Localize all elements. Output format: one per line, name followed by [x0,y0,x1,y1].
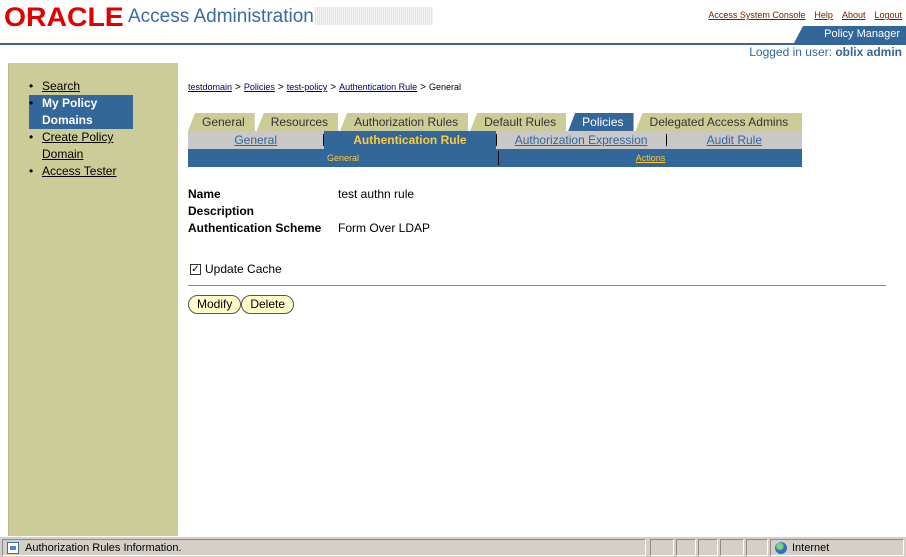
breadcrumb-separator-icon: > [277,82,284,93]
tab-policies[interactable]: Policies [568,113,634,131]
security-zone-panel: Internet [770,539,904,556]
breadcrumb-separator-icon: > [330,82,337,93]
tab-default-rules[interactable]: Default Rules [470,113,567,131]
update-cache-label: Update Cache [205,262,282,276]
app-header: ORACLE Access Administration Access Syst… [0,0,906,60]
status-panel [720,539,744,556]
logged-in-user: Logged in user: oblix admin [749,45,902,59]
logout-link[interactable]: Logout [874,10,902,20]
breadcrumb-test-policy[interactable]: test-policy [287,82,328,92]
action-buttons: Modify Delete [188,295,295,314]
breadcrumb-authentication-rule[interactable]: Authentication Rule [339,82,417,92]
access-system-console-link[interactable]: Access System Console [708,10,805,20]
sidebar-item-label[interactable]: My Policy Domains [42,96,97,127]
sidebar-item-label[interactable]: Search [42,79,80,93]
subtab-audit-rule[interactable]: Audit Rule [667,133,802,147]
sidebar-item-search[interactable]: Search [29,78,133,95]
subsubtab-general[interactable]: General [188,153,498,163]
sidebar-item-create-policy-domain[interactable]: Create Policy Domain [29,129,133,163]
field-label: Name [188,187,221,201]
top-links: Access System Console Help About Logout [708,10,902,20]
browser-status-bar: Authorization Rules Information. Interne… [0,536,906,557]
status-panel [650,539,674,556]
secondary-tabs: General Authentication Rule Authorizatio… [188,131,802,149]
modify-button[interactable]: Modify [188,295,242,314]
subsubtab-actions[interactable]: Actions [499,153,802,163]
header-stripe-decoration [315,7,433,25]
security-zone-label: Internet [792,541,830,554]
status-panel [746,539,768,556]
primary-tabs: General Resources Authorization Rules De… [188,113,804,131]
sidebar-item-label[interactable]: Access Tester [42,164,116,178]
content-divider [188,285,886,286]
status-message: Authorization Rules Information. [25,541,182,554]
tab-delegated-access-admins[interactable]: Delegated Access Admins [635,113,803,131]
sidebar-item-access-tester[interactable]: Access Tester [29,163,133,180]
page-icon [7,541,19,554]
policy-manager-tab[interactable]: Policy Manager [794,26,906,43]
field-value: Form Over LDAP [338,221,431,235]
tertiary-tabs: General Actions [188,149,802,167]
help-link[interactable]: Help [814,10,833,20]
breadcrumb-testdomain[interactable]: testdomain [188,82,232,92]
sidebar: Search My Policy Domains Create Policy D… [8,63,178,536]
about-link[interactable]: About [842,10,866,20]
tab-authorization-rules[interactable]: Authorization Rules [340,113,469,131]
status-message-panel: Authorization Rules Information. [2,539,646,556]
status-panel [698,539,718,556]
status-panel [676,539,696,556]
breadcrumb-current: General [429,82,462,92]
main-content: testdomain > Policies > test-policy > Authenti… [178,63,906,536]
tab-general[interactable]: General [188,113,255,131]
tab-resources[interactable]: Resources [256,113,339,131]
oracle-logo: ORACLE Access Administration [4,1,314,32]
field-row-authentication-scheme: Authentication Scheme Form Over LDAP [188,220,430,237]
logged-in-username: oblix admin [835,45,902,59]
globe-icon [775,541,787,554]
subtab-authorization-expression[interactable]: Authorization Expression [497,133,666,147]
breadcrumb-separator-icon: > [420,82,426,93]
breadcrumb: testdomain > Policies > test-policy > Authenti… [188,82,461,93]
field-row-name: Name test authn rule [188,186,430,203]
sidebar-nav: Search My Policy Domains Create Policy D… [29,78,133,180]
subtab-authentication-rule[interactable]: Authentication Rule [324,131,496,149]
sidebar-item-label[interactable]: Create Policy Domain [42,130,113,161]
breadcrumb-policies[interactable]: Policies [244,82,275,92]
rule-details: Name test authn rule Description Authent… [188,186,430,237]
field-label: Description [188,204,255,218]
field-value: test authn rule [338,187,415,201]
delete-button[interactable]: Delete [241,295,295,314]
update-cache-checkbox[interactable]: ✓ [190,263,201,275]
update-cache-row: ✓ Update Cache [190,262,282,276]
subtab-general[interactable]: General [188,133,323,147]
field-row-description: Description [188,203,430,220]
field-label: Authentication Scheme [188,221,322,235]
app-title: Access Administration [128,6,314,27]
logged-in-prefix: Logged in user: [749,45,832,59]
sidebar-item-my-policy-domains[interactable]: My Policy Domains [29,95,133,129]
oracle-logo-text: ORACLE [4,1,124,32]
browser-page: ORACLE Access Administration Access Syst… [0,0,906,557]
breadcrumb-separator-icon: > [235,82,241,93]
